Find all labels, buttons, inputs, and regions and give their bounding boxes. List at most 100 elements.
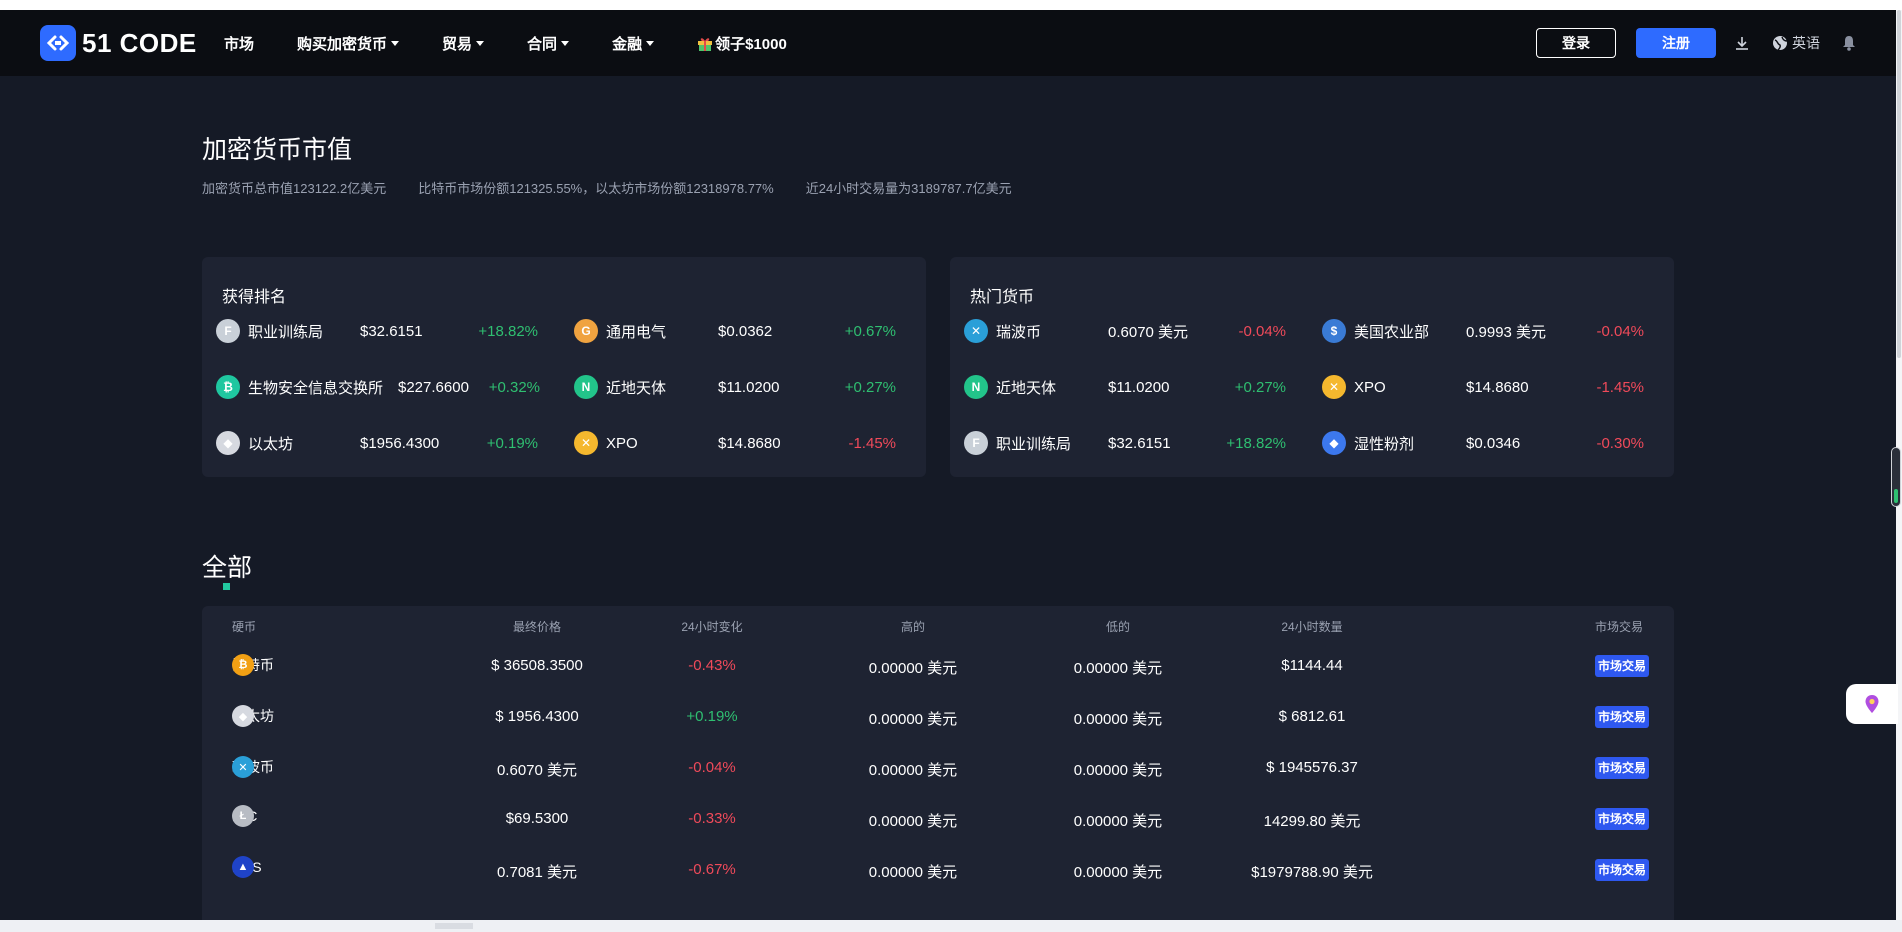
total-market-cap: 加密货币总市值123122.2亿美元 (202, 181, 387, 196)
logo[interactable]: 51 CODE (40, 25, 197, 61)
usdc-icon: $ (1322, 319, 1346, 343)
menu-label: 金融 (612, 35, 643, 53)
coin-cell: ✕瑞波币 (232, 756, 274, 778)
menu-item-contract[interactable]: 合同 (527, 33, 570, 54)
coin-name: 瑞波币 (996, 323, 1042, 341)
table-row[interactable]: ◆以太坊 $ 1956.4300 +0.19% 0.00000 美元 0.00000 美… (202, 697, 1674, 737)
change-cell: -0.33% (688, 810, 736, 827)
eos-icon: ▲ (232, 856, 254, 878)
header-high: 高的 (900, 620, 925, 634)
coin-name: 通用电气 (606, 323, 667, 341)
hot-coins-title: 热门货币 (970, 289, 1035, 306)
volume-24h: 近24小时交易量为3189787.7亿美元 (805, 181, 1012, 196)
volume-cell: $1144.44 (1281, 657, 1343, 674)
coin-change: -0.30% (1596, 434, 1644, 452)
coin-name: 近地天体 (606, 379, 667, 397)
header-change: 24小时变化 (681, 620, 743, 634)
nav-actions: 登录 注册 英语 (1536, 10, 1856, 76)
coin-row[interactable]: ✕ 瑞波币 0.6070 美元 -0.04% (964, 316, 1326, 346)
gift-icon (698, 37, 713, 51)
coin-change: +0.27% (1234, 378, 1286, 396)
eth-icon: ◆ (216, 431, 240, 455)
gainers-title: 获得排名 (222, 289, 287, 306)
coin-row[interactable]: ◆ 湿性粉剂 $0.0346 -0.30% (1322, 428, 1684, 458)
market-trade-button[interactable]: 市场交易 (1595, 757, 1650, 779)
market-stats: 加密货币总市值123122.2亿美元 比特币市场份额121325.55%，以太坊… (202, 178, 1044, 197)
menu-label: 领子$1000 (715, 35, 787, 53)
login-button[interactable]: 登录 (1536, 28, 1616, 58)
coin-row[interactable]: $ 美国农业部 0.9993 美元 -0.04% (1322, 316, 1684, 346)
menu-item-market[interactable]: 市场 (224, 33, 254, 54)
menu-item-bonus[interactable]: 领子$1000 (697, 33, 787, 54)
language-selector[interactable]: 英语 (1772, 33, 1820, 53)
coin-row[interactable]: ✕ XPO $14.8680 -1.45% (574, 428, 936, 458)
coin-row[interactable]: N 近地天体 $11.0200 +0.27% (964, 372, 1326, 402)
coin-row[interactable]: G 通用电气 $0.0362 +0.67% (574, 316, 936, 346)
coin-name: 职业训练局 (996, 435, 1072, 453)
coin-row[interactable]: ◆ 以太坊 $1956.4300 +0.19% (216, 428, 578, 458)
neo-icon: N (574, 375, 598, 399)
market-trade-button[interactable]: 市场交易 (1595, 859, 1650, 881)
download-button[interactable] (1734, 35, 1750, 51)
all-coins-title: 全部 (202, 554, 253, 582)
coin-row[interactable]: ✕ XPO $14.8680 -1.45% (1322, 372, 1684, 402)
low-cell: 0.00000 美元 (1073, 762, 1163, 779)
header-volume: 24小时数量 (1281, 620, 1343, 634)
side-scroll-handle[interactable] (1891, 447, 1901, 507)
low-cell: 0.00000 美元 (1073, 660, 1163, 677)
coin-price: 0.6070 美元 (1108, 323, 1189, 341)
header-low: 低的 (1105, 620, 1130, 634)
table-row[interactable]: ₿比特币 $ 36508.3500 -0.43% 0.00000 美元 0.00000 … (202, 646, 1674, 686)
market-trade-button[interactable]: 市场交易 (1595, 808, 1650, 830)
coin-price: $227.6600 (398, 378, 469, 396)
coin-change: +0.19% (486, 434, 538, 452)
table-row[interactable]: ▲EOS 0.7081 美元 -0.67% 0.00000 美元 0.00000 美元 $… (202, 850, 1674, 890)
header-trade: 市场交易 (1595, 620, 1644, 634)
ltc-icon: Ł (232, 805, 254, 827)
coin-name: 美国农业部 (1354, 323, 1430, 341)
table-row[interactable]: ŁLTC $69.5300 -0.33% 0.00000 美元 0.00000 美元 14… (202, 799, 1674, 839)
menu-item-trade[interactable]: 贸易 (442, 33, 485, 54)
coin-name: XPO (1354, 378, 1386, 396)
low-cell: 0.00000 美元 (1073, 813, 1163, 830)
change-cell: -0.67% (688, 861, 736, 878)
high-cell: 0.00000 美元 (868, 660, 958, 677)
high-cell: 0.00000 美元 (868, 762, 958, 779)
scrollbar-thumb[interactable] (1897, 10, 1901, 358)
coin-change: -0.04% (1596, 322, 1644, 340)
price-cell: $ 1956.4300 (495, 708, 579, 725)
coin-row[interactable]: F 职业训练局 $32.6151 +18.82% (964, 428, 1326, 458)
neo-icon: N (964, 375, 988, 399)
page-title: 加密货币市值 (202, 136, 353, 164)
menu-item-buy-crypto[interactable]: 购买加密货币 (297, 33, 400, 54)
coin-cell: ŁLTC (232, 805, 257, 827)
coins-table: 硬币 最终价格 24小时变化 高的 低的 24小时数量 市场交易 ₿比特币 $ 3… (202, 606, 1674, 920)
high-cell: 0.00000 美元 (868, 711, 958, 728)
coin-change: -0.04% (1238, 322, 1286, 340)
coin-change: +0.32% (488, 378, 540, 396)
market-trade-button[interactable]: 市场交易 (1595, 706, 1650, 728)
header-coin: 硬币 (232, 620, 257, 634)
menu-item-finance[interactable]: 金融 (612, 33, 655, 54)
register-button[interactable]: 注册 (1636, 28, 1716, 58)
coin-row[interactable]: F 职业训练局 $32.6151 +18.82% (216, 316, 578, 346)
globe-icon (1773, 36, 1788, 51)
notification-button[interactable] (1842, 35, 1856, 51)
xrp-icon: ✕ (232, 756, 254, 778)
floating-location-button[interactable] (1846, 684, 1898, 724)
table-row[interactable]: ✕瑞波币 0.6070 美元 -0.04% 0.00000 美元 0.00000 美元 $… (202, 748, 1674, 788)
coin-name: 职业训练局 (248, 323, 324, 341)
coin-price: $11.0200 (718, 378, 780, 396)
volume-cell: $ 1945576.37 (1266, 759, 1358, 776)
coin-row[interactable]: N 近地天体 $11.0200 +0.27% (574, 372, 936, 402)
coin-name: XPO (606, 434, 638, 452)
coin-price: $14.8680 (718, 434, 781, 452)
coin-row[interactable]: ₿ 生物安全信息交换所 $227.6600 +0.32% (216, 372, 578, 402)
coin-price: $11.0200 (1108, 378, 1170, 396)
coin-price: $32.6151 (1108, 434, 1171, 452)
table-header: 硬币 最终价格 24小时变化 高的 低的 24小时数量 市场交易 (202, 618, 1674, 642)
volume-cell: $ 6812.61 (1278, 708, 1346, 725)
coin-cell: ▲EOS (232, 856, 262, 878)
market-trade-button[interactable]: 市场交易 (1595, 655, 1650, 677)
logo-text: 51 CODE (82, 27, 197, 58)
